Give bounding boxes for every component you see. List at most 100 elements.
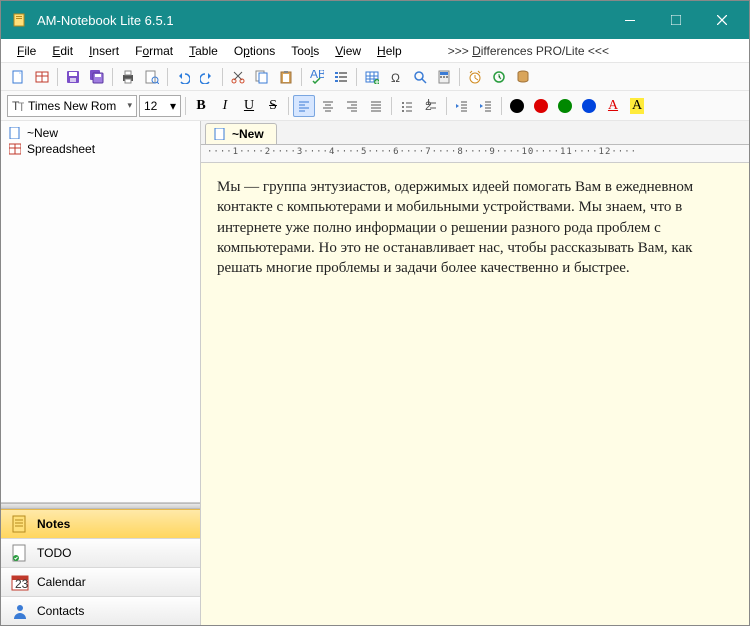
titlebar: AM-Notebook Lite 6.5.1 xyxy=(1,1,749,39)
tab-new[interactable]: ~New xyxy=(205,123,277,144)
print-preview-icon[interactable] xyxy=(141,66,163,88)
tree-label: Spreadsheet xyxy=(27,142,95,156)
tree-item-new[interactable]: ~New xyxy=(5,125,196,141)
bold-button[interactable]: B xyxy=(190,95,212,117)
highlight-color-icon[interactable]: A xyxy=(626,95,648,117)
new-note-icon[interactable] xyxy=(7,66,29,88)
alarm-icon[interactable] xyxy=(464,66,486,88)
separator xyxy=(459,68,460,86)
color-green-icon[interactable] xyxy=(554,95,576,117)
align-center-icon[interactable] xyxy=(317,95,339,117)
separator xyxy=(301,68,302,86)
separator xyxy=(185,97,186,115)
separator xyxy=(501,97,502,115)
color-red-icon[interactable] xyxy=(530,95,552,117)
svg-text:23: 23 xyxy=(15,577,29,591)
insert-symbol-icon[interactable]: Ω xyxy=(385,66,407,88)
align-justify-icon[interactable] xyxy=(365,95,387,117)
minimize-button[interactable] xyxy=(607,1,653,39)
toolbar-main: ABC Ω xyxy=(1,63,749,91)
menu-view[interactable]: View xyxy=(327,42,369,60)
tree-panel: ~New Spreadsheet xyxy=(1,121,200,503)
window-controls xyxy=(607,1,745,39)
tree-label: ~New xyxy=(27,126,58,140)
print-icon[interactable] xyxy=(117,66,139,88)
nav-label: TODO xyxy=(37,546,71,560)
nav-label: Contacts xyxy=(37,604,84,618)
calculator-icon[interactable] xyxy=(433,66,455,88)
new-spreadsheet-icon[interactable] xyxy=(31,66,53,88)
copy-icon[interactable] xyxy=(251,66,273,88)
redo-icon[interactable] xyxy=(196,66,218,88)
save-all-icon[interactable] xyxy=(86,66,108,88)
separator xyxy=(356,68,357,86)
spellcheck-icon[interactable]: ABC xyxy=(306,66,328,88)
numbered-list-icon[interactable]: 12 xyxy=(420,95,442,117)
menu-options[interactable]: Options xyxy=(226,42,283,60)
todo-icon xyxy=(11,544,29,562)
app-window: AM-Notebook Lite 6.5.1 File Edit Insert … xyxy=(0,0,750,626)
nav-todo[interactable]: TODO xyxy=(1,538,200,567)
separator xyxy=(167,68,168,86)
font-name: Times New Rom xyxy=(28,99,123,113)
nav-contacts[interactable]: Contacts xyxy=(1,596,200,625)
tree-item-spreadsheet[interactable]: Spreadsheet xyxy=(5,141,196,157)
font-color-icon[interactable]: A xyxy=(602,95,624,117)
maximize-button[interactable] xyxy=(653,1,699,39)
color-blue-icon[interactable] xyxy=(578,95,600,117)
note-icon xyxy=(9,127,21,139)
menu-insert[interactable]: Insert xyxy=(81,42,127,60)
menu-file[interactable]: File xyxy=(9,42,44,60)
font-icon: TT xyxy=(12,100,24,112)
menu-help[interactable]: Help xyxy=(369,42,410,60)
body: ~New Spreadsheet Notes TODO 23 Calendar xyxy=(1,121,749,625)
spreadsheet-icon xyxy=(9,143,21,155)
window-title: AM-Notebook Lite 6.5.1 xyxy=(37,13,607,28)
cut-icon[interactable] xyxy=(227,66,249,88)
highlight-list-icon[interactable] xyxy=(330,66,352,88)
save-icon[interactable] xyxy=(62,66,84,88)
paste-icon[interactable] xyxy=(275,66,297,88)
menu-table[interactable]: Table xyxy=(181,42,226,60)
nav-notes[interactable]: Notes xyxy=(1,509,200,538)
toolbar-format: TT Times New Rom ▾ 12 ▾ B I U S 12 A A xyxy=(1,91,749,121)
ruler: ····1····2····3····4····5····6····7····8… xyxy=(201,145,749,163)
align-right-icon[interactable] xyxy=(341,95,363,117)
close-button[interactable] xyxy=(699,1,745,39)
database-icon[interactable] xyxy=(512,66,534,88)
indent-icon[interactable] xyxy=(475,95,497,117)
font-selector[interactable]: TT Times New Rom ▾ xyxy=(7,95,137,117)
menu-differences[interactable]: >>> Differences PRO/Lite <<< xyxy=(440,42,617,60)
menu-tools[interactable]: Tools xyxy=(283,42,327,60)
nav-label: Notes xyxy=(37,517,70,531)
align-left-icon[interactable] xyxy=(293,95,315,117)
separator xyxy=(391,97,392,115)
underline-button[interactable]: U xyxy=(238,95,260,117)
reminder-icon[interactable] xyxy=(488,66,510,88)
menu-edit[interactable]: Edit xyxy=(44,42,81,60)
strikethrough-button[interactable]: S xyxy=(262,95,284,117)
bullet-list-icon[interactable] xyxy=(396,95,418,117)
separator xyxy=(222,68,223,86)
main-panel: ~New ····1····2····3····4····5····6····7… xyxy=(201,121,749,625)
menu-format[interactable]: Format xyxy=(127,42,181,60)
sidebar: ~New Spreadsheet Notes TODO 23 Calendar xyxy=(1,121,201,625)
separator xyxy=(57,68,58,86)
outdent-icon[interactable] xyxy=(451,95,473,117)
editor-area[interactable]: Мы — группа энтузиастов, одержимых идеей… xyxy=(201,163,749,625)
calendar-icon: 23 xyxy=(11,573,29,591)
svg-text:2: 2 xyxy=(425,99,432,113)
nav-calendar[interactable]: 23 Calendar xyxy=(1,567,200,596)
menubar: File Edit Insert Format Table Options To… xyxy=(1,39,749,63)
find-icon[interactable] xyxy=(409,66,431,88)
italic-button[interactable]: I xyxy=(214,95,236,117)
svg-text:Ω: Ω xyxy=(391,71,400,84)
insert-table-icon[interactable] xyxy=(361,66,383,88)
font-size-selector[interactable]: 12 ▾ xyxy=(139,95,181,117)
separator xyxy=(446,97,447,115)
undo-icon[interactable] xyxy=(172,66,194,88)
tab-label: ~New xyxy=(232,127,264,141)
color-black-icon[interactable] xyxy=(506,95,528,117)
note-icon xyxy=(214,128,226,140)
notes-icon xyxy=(11,515,29,533)
